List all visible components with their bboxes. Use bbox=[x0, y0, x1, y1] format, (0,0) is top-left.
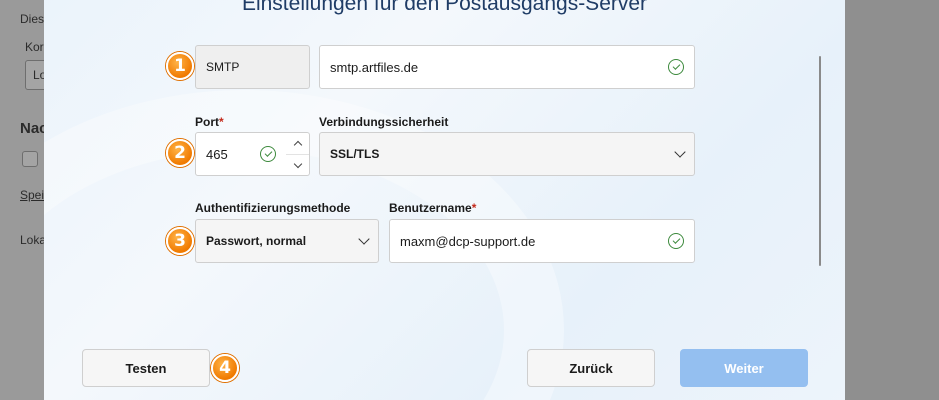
security-label: Verbindungssicherheit bbox=[319, 115, 449, 129]
server-type-field: SMTP bbox=[195, 45, 310, 89]
step-badge-2: 2 bbox=[166, 139, 194, 167]
background-right-area bbox=[845, 0, 939, 400]
step-badge-1: 1 bbox=[166, 52, 194, 80]
username-input[interactable]: maxm@dcp-support.de bbox=[389, 219, 695, 263]
chevron-down-icon bbox=[674, 146, 686, 158]
arrow-up-icon bbox=[293, 140, 302, 150]
server-type-value: SMTP bbox=[206, 60, 240, 74]
valid-check-icon bbox=[260, 146, 276, 162]
arrow-down-icon bbox=[293, 159, 302, 168]
server-host-value: smtp.artfiles.de bbox=[330, 59, 419, 75]
test-button[interactable]: Testen bbox=[82, 349, 210, 387]
port-decrement-button[interactable] bbox=[286, 154, 309, 175]
next-button[interactable]: Weiter bbox=[680, 349, 808, 387]
dialog-scrollbar[interactable] bbox=[819, 56, 821, 266]
server-host-input[interactable]: smtp.artfiles.de bbox=[319, 45, 695, 89]
bg-text-2: Kor bbox=[25, 40, 44, 54]
username-label: Benutzername* bbox=[389, 201, 477, 215]
auth-method-value: Passwort, normal bbox=[206, 234, 307, 248]
auth-method-select[interactable]: Passwort, normal bbox=[195, 219, 379, 263]
valid-check-icon bbox=[668, 233, 684, 249]
bg-heading: Nac bbox=[20, 120, 44, 137]
back-button[interactable]: Zurück bbox=[527, 349, 655, 387]
step-badge-4: 4 bbox=[211, 354, 239, 382]
dialog-title: Einstellungen für den Postausgangs-Serve… bbox=[241, 0, 648, 15]
bg-link[interactable]: Spei bbox=[20, 188, 44, 202]
chevron-down-icon bbox=[358, 233, 370, 245]
port-increment-button[interactable] bbox=[286, 133, 309, 154]
bg-text-1: Dies bbox=[20, 12, 44, 26]
port-input[interactable]: 465 bbox=[195, 132, 287, 176]
auth-label: Authentifizierungsmethode bbox=[195, 201, 351, 215]
valid-check-icon bbox=[668, 59, 684, 75]
bg-text-3: Loka bbox=[20, 233, 44, 247]
security-value: SSL/TLS bbox=[330, 147, 380, 161]
bg-checkbox[interactable] bbox=[22, 151, 38, 167]
step-badge-3: 3 bbox=[166, 227, 194, 255]
username-value: maxm@dcp-support.de bbox=[400, 233, 536, 249]
port-value: 465 bbox=[206, 146, 228, 162]
security-select[interactable]: SSL/TLS bbox=[319, 132, 695, 176]
port-label: Port* bbox=[195, 115, 224, 129]
port-stepper[interactable] bbox=[286, 132, 310, 176]
